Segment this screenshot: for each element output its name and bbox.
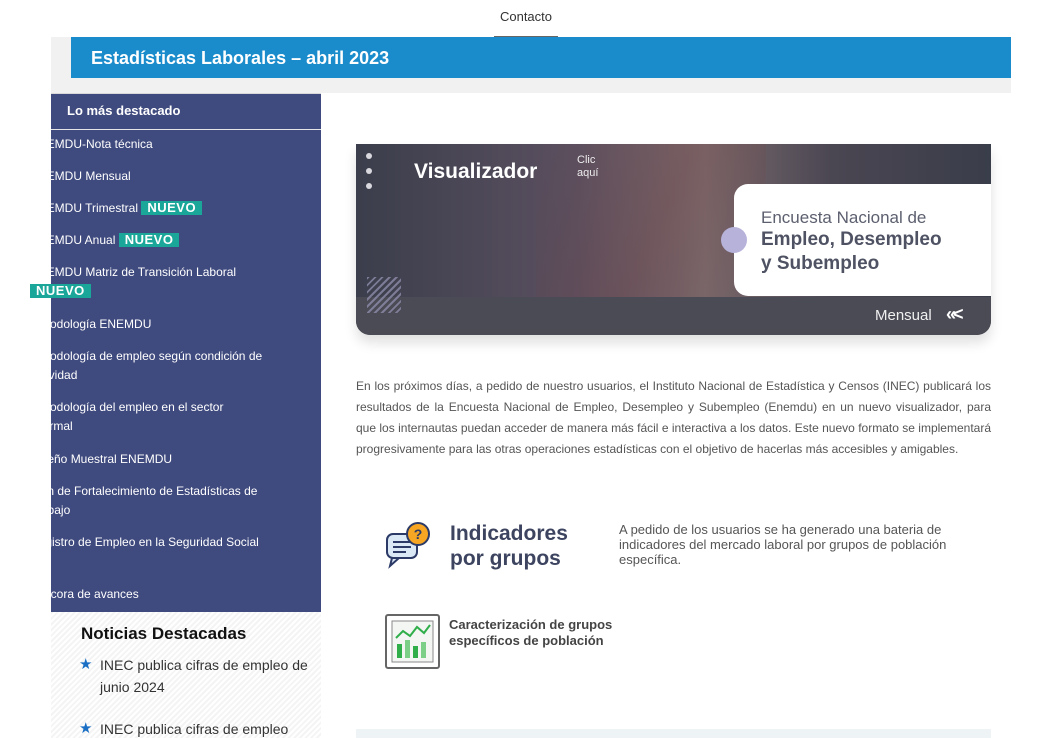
sidebar-item-diseno-muestral[interactable]: Diseño Muestral ENEMDU bbox=[30, 450, 266, 469]
circle-icon bbox=[721, 227, 747, 253]
sidebar-item-metodologia-condicion[interactable]: Metodología de empleo según condición de… bbox=[30, 347, 266, 385]
stripes-decoration bbox=[367, 277, 401, 313]
chat-question-icon[interactable]: ? bbox=[384, 521, 432, 569]
sidebar-item-metodologia-enemdu[interactable]: Metodología ENEMDU bbox=[30, 315, 266, 334]
indicators-by-group-link[interactable]: Indicadores por grupos bbox=[450, 521, 600, 571]
click-here-text: Clic aquí bbox=[577, 154, 599, 179]
sidebar-item-bitacora[interactable]: Bitácora de avances bbox=[30, 585, 266, 604]
sidebar-heading-label: Lo más destacado bbox=[67, 103, 181, 118]
survey-title-line3: y Subempleo bbox=[761, 253, 880, 274]
new-badge: NUEVO bbox=[118, 233, 180, 247]
sidebar-item-label: Registro de Empleo en la Seguridad Socia… bbox=[30, 535, 259, 549]
sidebar-item-plan-fortalecimiento[interactable]: Plan de Fortalecimiento de Estadísticas … bbox=[30, 482, 266, 520]
svg-text:?: ? bbox=[414, 526, 423, 542]
sidebar-item-label: ENEMDU Mensual bbox=[30, 169, 131, 183]
nav-contact-link[interactable]: Contacto bbox=[494, 8, 558, 37]
survey-title-line1: Encuesta Nacional de bbox=[761, 208, 927, 227]
news-item-text: INEC publica cifras de empleo bbox=[100, 721, 289, 737]
star-icon: ★ bbox=[79, 720, 93, 737]
dots-decoration bbox=[366, 153, 374, 198]
news-item[interactable]: ★ INEC publica cifras de empleo de junio… bbox=[79, 654, 309, 698]
sidebar-item-label: Metodología de empleo según condición de… bbox=[30, 349, 263, 382]
news-item[interactable]: ★ INEC publica cifras de empleo bbox=[79, 718, 309, 738]
sidebar-item-label: Metodología ENEMDU bbox=[30, 317, 152, 331]
visualizador-text: Visualizador bbox=[414, 160, 538, 183]
page-title: Estadísticas Laborales – abril 2023 bbox=[91, 48, 390, 68]
sidebar-item-mensual[interactable]: ENEMDU Mensual bbox=[30, 167, 266, 186]
sidebar-item-nota-tecnica[interactable]: ENEMDU-Nota técnica bbox=[30, 135, 266, 154]
indicators-description: A pedido de los usuarios se ha generado … bbox=[619, 522, 947, 567]
top-nav: Contacto bbox=[0, 0, 1063, 37]
news-heading: Noticias Destacadas bbox=[81, 624, 247, 643]
news-section: Noticias Destacadas ★ INEC publica cifra… bbox=[51, 612, 331, 738]
chart-monitor-icon[interactable] bbox=[385, 614, 440, 669]
page-banner: Estadísticas Laborales – abril 2023 bbox=[71, 37, 1011, 78]
sidebar-item-metodologia-informal[interactable]: Metodología del empleo en el sector info… bbox=[30, 398, 266, 436]
sidebar-item-label: Bitácora de avances bbox=[30, 587, 139, 601]
sidebar-item-registro-empleo[interactable]: Registro de Empleo en la Seguridad Socia… bbox=[30, 533, 266, 552]
survey-title-card: Encuesta Nacional de Empleo, Desempleo y… bbox=[721, 184, 991, 296]
visualizador-label[interactable]: Visualizador Clic aquí bbox=[414, 152, 614, 190]
sidebar-item-label: Metodología del empleo en el sector info… bbox=[30, 400, 224, 433]
sidebar-item-trimestral[interactable]: ENEMDU Trimestral NUEVO bbox=[30, 199, 266, 218]
survey-title-line2: Empleo, Desempleo bbox=[761, 229, 942, 250]
chevron-left-icon: «< bbox=[946, 304, 963, 324]
sidebar-item-label: Plan de Fortalecimiento de Estadísticas … bbox=[30, 484, 258, 517]
new-badge: NUEVO bbox=[141, 201, 203, 215]
sidebar-heading: Lo más destacado bbox=[51, 94, 321, 130]
sidebar-item-matriz-transicion[interactable]: ENEMDU Matriz de Transición Laboral NUEVO bbox=[30, 263, 266, 301]
sidebar-item-label: ENEMDU Matriz de Transición Laboral bbox=[30, 265, 237, 279]
new-badge: NUEVO bbox=[30, 284, 91, 298]
mensual-label: Mensual bbox=[875, 307, 932, 324]
visualizer-banner[interactable]: Visualizador Clic aquí Encuesta Nacional… bbox=[356, 144, 991, 335]
characterization-link[interactable]: Caracterización de grupos específicos de… bbox=[449, 617, 619, 649]
sidebar-item-label: Diseño Muestral ENEMDU bbox=[30, 452, 173, 466]
news-item-text: INEC publica cifras de empleo de junio 2… bbox=[100, 657, 308, 695]
sidebar-item-label: ENEMDU Anual bbox=[30, 233, 116, 247]
sidebar-item-label: ENEMDU-Nota técnica bbox=[30, 137, 153, 151]
bottom-panel bbox=[356, 729, 991, 738]
sidebar-item-label: ENEMDU Trimestral bbox=[30, 201, 139, 215]
intro-paragraph: En los próximos días, a pedido de nuestr… bbox=[356, 379, 991, 456]
star-icon: ★ bbox=[79, 656, 93, 673]
sidebar-item-anual[interactable]: ENEMDU Anual NUEVO bbox=[30, 231, 266, 250]
